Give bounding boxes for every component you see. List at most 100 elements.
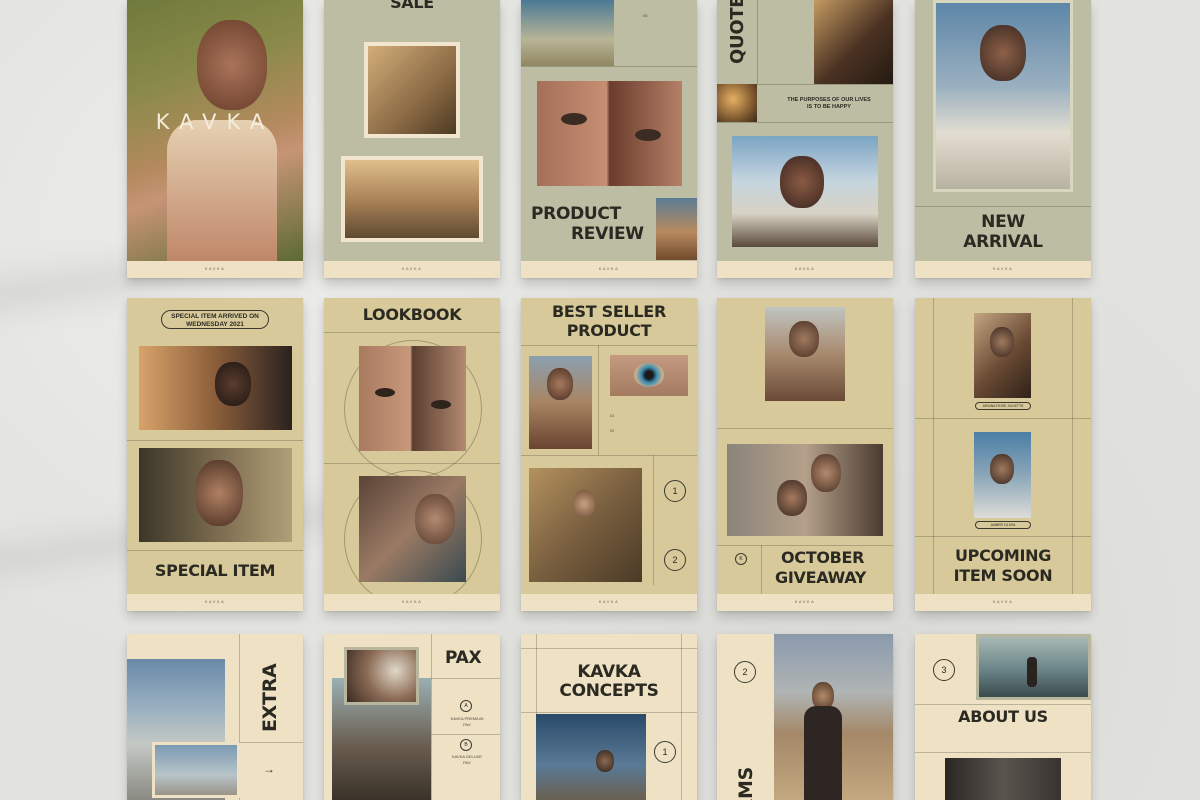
photo-two-faces <box>359 346 466 451</box>
card-pax: PAX A KAVKA PREMIUM PAX B KAVKA DELUXE P… <box>324 634 500 800</box>
footer-brand: KAVKA <box>992 266 1014 271</box>
divider <box>127 440 303 441</box>
divider <box>717 122 893 123</box>
item-letter-a: A <box>460 700 472 712</box>
pill-line-2: WEDNESDAY 2021 <box>186 321 244 328</box>
date-pill: SPECIAL ITEM ARRIVED ON WEDNESDAY 2021 <box>161 310 269 329</box>
title-line-2: ITEM SOON <box>953 566 1053 585</box>
photo-two-women-hug <box>727 444 883 536</box>
photo-woman-cave <box>529 468 642 582</box>
divider <box>127 550 303 551</box>
card-footer: KAVKA <box>717 261 893 278</box>
name-tag-1: ARIANA ROSE JULIETTE <box>975 402 1031 410</box>
card-quote: QUOTE THE PURPOSES OF OUR LIVES IS TO BE… <box>717 0 893 278</box>
divider <box>598 345 599 455</box>
card-title: SALE <box>390 0 434 12</box>
title-line-2: REVIEW <box>571 224 644 244</box>
card-footer: KAVKA <box>127 594 303 611</box>
card-best-seller: BEST SELLER PRODUCT 01 02 1 2 KAVKA <box>521 298 697 611</box>
card-kavka-cover: KAVKA KAVKA <box>127 0 303 278</box>
photo-woman-blue-sky <box>974 432 1031 518</box>
card-footer: KAVKA <box>521 261 697 278</box>
photo-woman-sparkles <box>344 647 419 705</box>
divider <box>717 545 893 546</box>
card-title: ABOUT US <box>958 707 1048 726</box>
photo-woman-hair-wind <box>765 307 845 401</box>
photo-woman-dress-field <box>521 0 614 66</box>
photo-woman-beach <box>656 198 697 260</box>
footer-brand: KAVKA <box>598 266 620 271</box>
item-b-line-2: PAX <box>463 760 471 765</box>
footer-brand: KAVKA <box>794 266 816 271</box>
photo-woman-sunset-profile <box>974 313 1031 398</box>
title-line-2: PRODUCT <box>566 321 652 340</box>
divider <box>653 455 654 585</box>
step-circle-2: 2 <box>734 661 756 683</box>
card-footer: KAVKA <box>915 261 1091 278</box>
divider <box>521 648 697 649</box>
title-line-2: CONCEPTS <box>559 681 659 701</box>
name-tag-2: AMBER OLIVIA <box>975 521 1031 529</box>
photo-woman-white-shirt <box>933 0 1073 192</box>
card-terms: 2 ERMS <box>717 634 893 800</box>
brand-logo: KAVKA <box>155 110 275 134</box>
card-footer: KAVKA <box>915 594 1091 611</box>
photo-woman-portrait <box>139 448 292 542</box>
photo-eyes-closeup <box>537 81 682 186</box>
divider <box>915 536 1091 537</box>
photo-interior <box>945 758 1061 800</box>
step-circle-1: 1 <box>664 480 686 502</box>
card-title: LOOKBOOK <box>362 305 462 324</box>
title-line-1: OCTOBER <box>781 548 865 567</box>
card-product-review: 05 PRODUCT REVIEW KAVKA <box>521 0 697 278</box>
footer-brand: KAVKA <box>598 599 620 604</box>
divider <box>324 463 500 464</box>
photo-woman-rocks <box>364 42 460 138</box>
photo-woman-wind <box>732 136 878 247</box>
card-upcoming-item: ARIANA ROSE JULIETTE AMBER OLIVIA UPCOMI… <box>915 298 1091 611</box>
card-lookbook: LOOKBOOK KAVKA <box>324 298 500 611</box>
item-letter-b: B <box>460 739 472 751</box>
footer-brand: KAVKA <box>204 599 226 604</box>
divider <box>521 345 697 346</box>
card-footer: KAVKA <box>324 594 500 611</box>
divider <box>324 332 500 333</box>
footer-brand: KAVKA <box>794 599 816 604</box>
card-new-arrival: NEW ARRIVAL KAVKA <box>915 0 1091 278</box>
divider <box>521 455 697 456</box>
title-line-1: BEST SELLER <box>552 302 666 321</box>
divider <box>431 634 432 800</box>
divider <box>521 66 697 67</box>
photo-woman-coat <box>529 356 592 449</box>
footer-brand: KAVKA <box>401 266 423 271</box>
divider <box>431 678 500 679</box>
photo-sea-small <box>152 742 240 798</box>
card-title-vertical: ERMS <box>735 766 757 800</box>
step-circle-3: 3 <box>933 659 955 681</box>
item-number-a: 01 <box>610 413 615 418</box>
card-title-vertical: QUOTE <box>727 0 748 64</box>
card-kavka-concepts: KAVKA CONCEPTS 1 <box>521 634 697 800</box>
card-title-vertical: EXTRA <box>259 663 281 732</box>
divider <box>915 704 1091 705</box>
card-special-item: SPECIAL ITEM ARRIVED ON WEDNESDAY 2021 S… <box>127 298 303 611</box>
wall-background: KAVKA KAVKA SALE KAVKA 05 PRODUCT REVIEW… <box>0 0 1200 800</box>
divider <box>761 545 762 595</box>
arrow-right-icon[interactable]: → <box>263 762 275 776</box>
pill-line-1: SPECIAL ITEM ARRIVED ON <box>171 313 259 320</box>
title-line-1: KAVKA <box>577 662 641 682</box>
photo-woman-sea <box>976 634 1091 700</box>
step-circle-1: 1 <box>654 741 676 763</box>
divider <box>521 712 697 713</box>
divider <box>431 734 500 735</box>
footer-brand: KAVKA <box>204 266 226 271</box>
quote-line-1: THE PURPOSES OF OUR LIVES <box>787 97 871 103</box>
card-about-us: 3 ABOUT US <box>915 634 1091 800</box>
item-a-line-2: PAX <box>463 722 471 727</box>
title-line-1: UPCOMING <box>954 546 1052 565</box>
photo-sunset-small <box>717 84 757 122</box>
card-footer: KAVKA <box>324 261 500 278</box>
card-title: SPECIAL ITEM <box>154 561 276 580</box>
title-line-1: NEW <box>981 212 1025 232</box>
divider <box>915 418 1091 419</box>
